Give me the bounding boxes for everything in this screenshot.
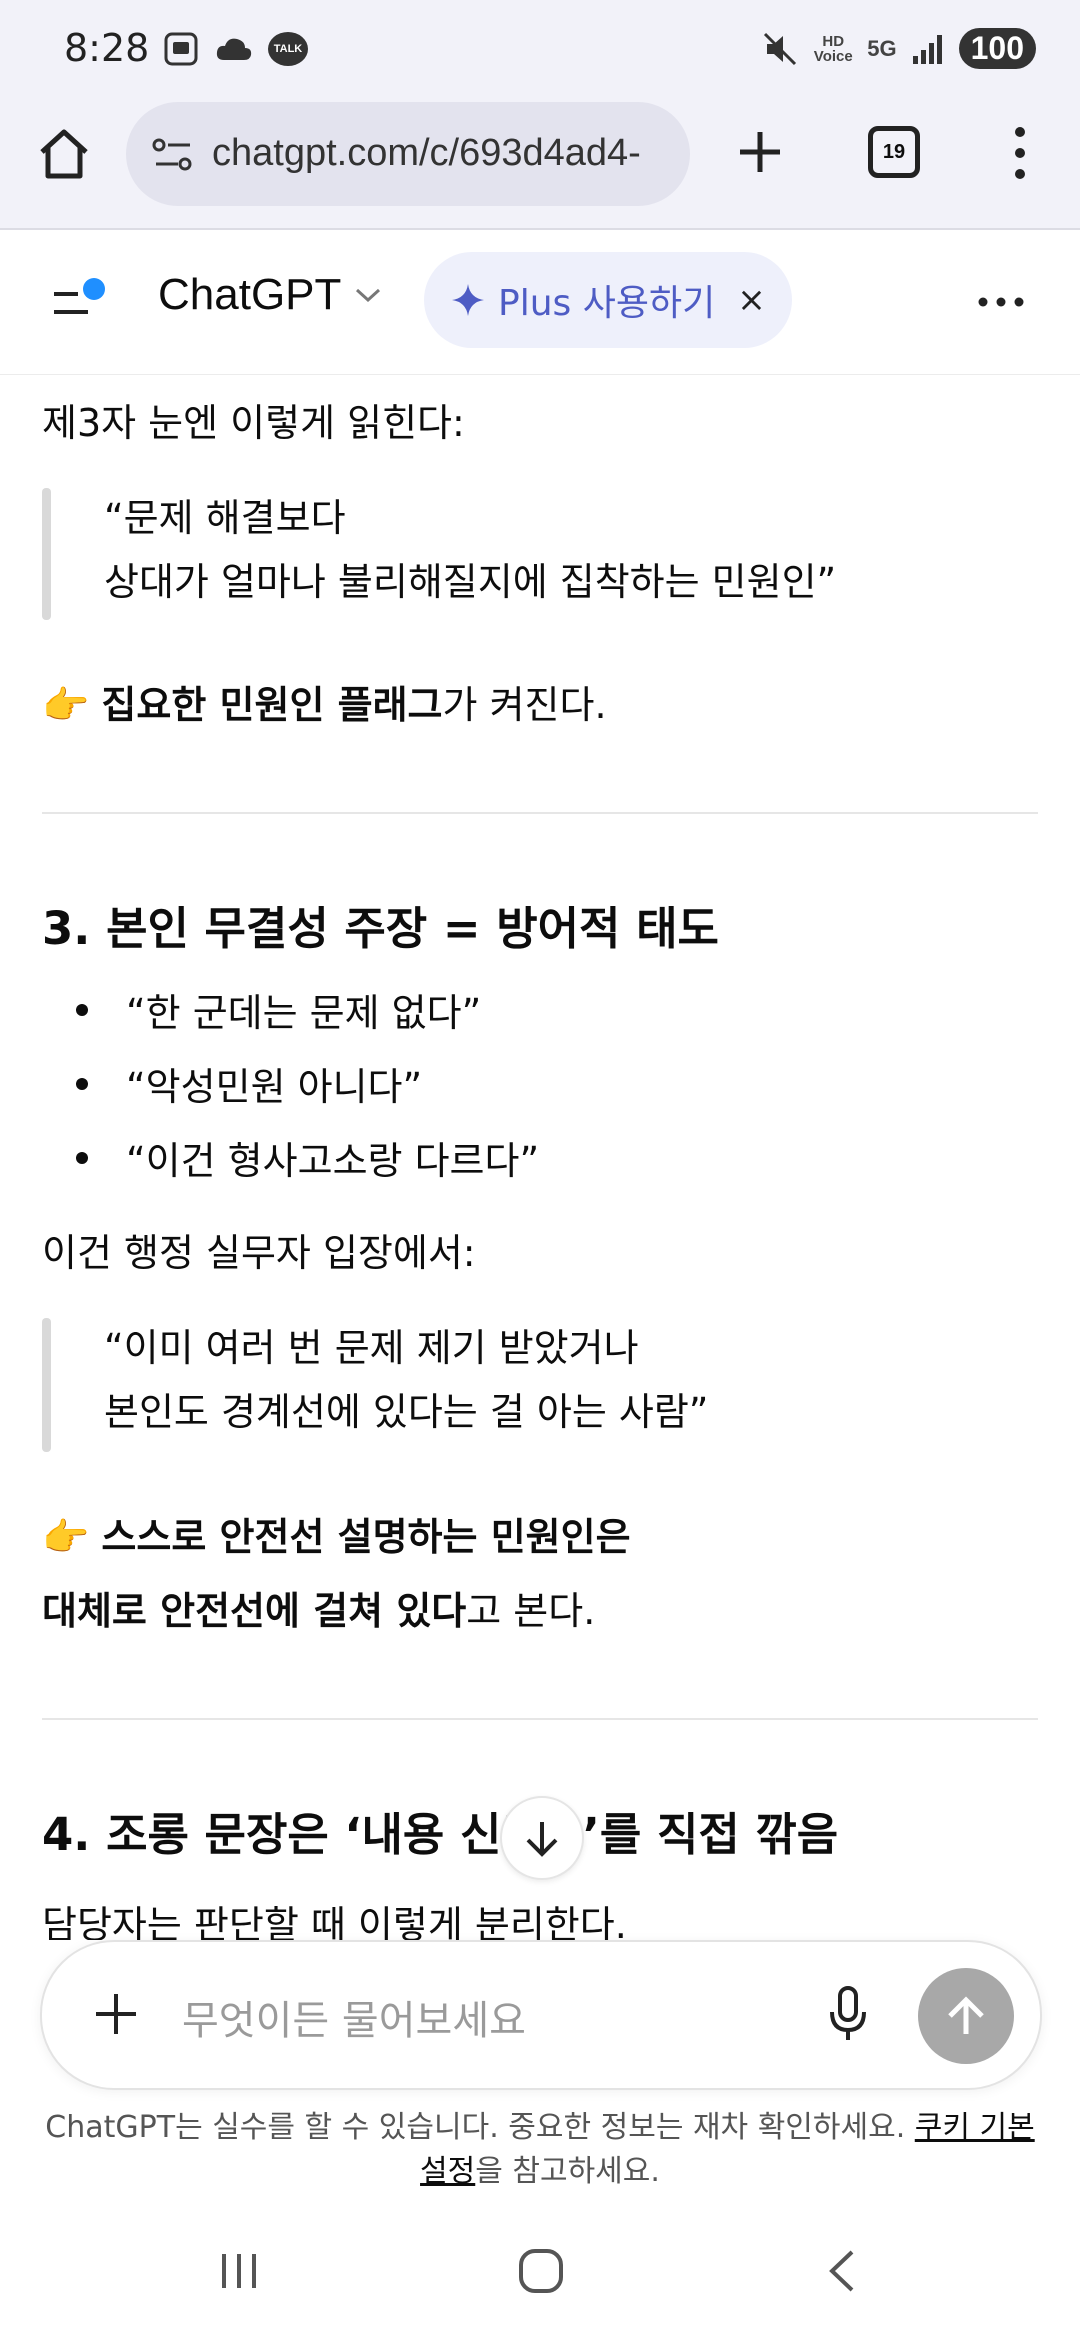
recent-apps-icon[interactable]: [214, 2246, 264, 2296]
pointing-hand-emoji: 👉: [42, 683, 90, 727]
text: 고 본다.: [466, 1589, 596, 1633]
quote-line: 본인도 경계선에 있다는 걸 아는 사람”: [104, 1390, 709, 1434]
heading-part: 4. 조롱 문장은 ‘내용 신뢰: [42, 1808, 543, 1861]
flag-line: 👉 집요한 민원인 플래그가 켜진다.: [42, 674, 607, 729]
message-composer[interactable]: 무엇이든 물어보세요: [40, 1940, 1042, 2090]
chat-options-icon[interactable]: [976, 292, 1026, 312]
system-icons: HD Voice 5G 100: [761, 28, 1036, 69]
talk-badge: TALK: [268, 32, 308, 66]
network-type-badge: 5G: [867, 36, 897, 61]
sidebar-menu-icon[interactable]: [48, 276, 112, 326]
text: 가 켜진다.: [442, 683, 607, 727]
disclaimer-suffix: 을 참고하세요.: [475, 2154, 660, 2189]
site-settings-icon[interactable]: [150, 132, 196, 178]
send-button[interactable]: [918, 1968, 1014, 2064]
brand-title: ChatGPT: [158, 270, 342, 319]
quote-line: “이미 여러 번 문제 제기 받았거나: [104, 1326, 639, 1370]
list-item: “이건 형사고소랑 다르다”: [126, 1139, 540, 1183]
blockquote: “이미 여러 번 문제 제기 받았거나 본인도 경계선에 있다는 걸 아는 사람…: [104, 1316, 708, 1444]
disclaimer: ChatGPT는 실수를 할 수 있습니다. 중요한 정보는 재차 확인하세요.…: [30, 2106, 1050, 2194]
address-bar[interactable]: chatgpt.com/c/693d4ad4-: [126, 102, 690, 206]
microphone-icon[interactable]: [828, 1984, 868, 2044]
cloud-icon: [216, 38, 252, 60]
browser-toolbar: chatgpt.com/c/693d4ad4- 19: [0, 100, 1080, 230]
hd-voice-badge: HD Voice: [813, 32, 853, 65]
add-attachment-icon[interactable]: [90, 1988, 142, 2040]
dismiss-plus-icon[interactable]: ×: [737, 280, 766, 320]
arrow-up-icon: [948, 1996, 984, 2034]
chevron-down-icon: [356, 288, 381, 303]
list-item: “한 군데는 문제 없다”: [126, 991, 482, 1035]
scroll-to-bottom-button[interactable]: [500, 1796, 584, 1880]
disclaimer-text: ChatGPT는 실수를 할 수 있습니다. 중요한 정보는 재차 확인하세요.: [45, 2110, 915, 2145]
intro-line: 제3자 눈엔 이렇게 읽힌다:: [42, 401, 465, 445]
url-text: chatgpt.com/c/693d4ad4-: [212, 132, 641, 174]
more-options-icon[interactable]: [1000, 120, 1040, 186]
home-nav-icon[interactable]: [516, 2246, 566, 2296]
divider: [42, 1718, 1038, 1720]
chat-header: ChatGPT Plus 사용하기 ×: [0, 230, 1080, 375]
model-selector[interactable]: ChatGPT: [158, 270, 383, 320]
quote-line: “문제 해결보다: [104, 496, 346, 540]
pointing-hand-emoji: 👉: [42, 1515, 90, 1559]
quote-bar: [42, 1318, 51, 1452]
new-tab-icon[interactable]: [730, 122, 790, 182]
battery-indicator: 100: [958, 28, 1036, 69]
paragraph: 담당자는 판단할 때 이렇게 분리한다.: [42, 1903, 627, 1940]
message-input[interactable]: 무엇이든 물어보세요: [182, 1988, 526, 2046]
signal-icon: [912, 34, 942, 64]
sparkle-icon: [452, 284, 484, 316]
bullet-dot: [76, 1078, 88, 1090]
bullet-dot: [76, 1004, 88, 1016]
bold-text: 집요한 민원인 플래그: [101, 683, 443, 727]
assistant-message: 제3자 눈엔 이렇게 읽힌다: “문제 해결보다 상대가 얼마나 불리해질지에 …: [0, 374, 1080, 1940]
quote-line: 상대가 얼마나 불리해질지에 집착하는 민원인”: [104, 560, 837, 604]
status-bar: 8:28 TALK HD Voice 5G 100: [0, 0, 1080, 100]
bold-text: 스스로 안전선 설명하는 민원인은: [101, 1515, 631, 1559]
home-icon[interactable]: [34, 124, 94, 184]
conclusion-line: 👉 스스로 안전선 설명하는 민원인은: [42, 1506, 631, 1561]
plus-label: Plus 사용하기: [498, 283, 716, 324]
status-time: 8:28: [64, 26, 150, 70]
blockquote: “문제 해결보다 상대가 얼마나 불리해질지에 집착하는 민원인”: [104, 486, 836, 614]
paragraph: 이건 행정 실무자 입장에서:: [42, 1231, 476, 1275]
quote-bar: [42, 488, 51, 620]
list-item: “악성민원 아니다”: [126, 1065, 423, 1109]
bullet-dot: [76, 1152, 88, 1164]
back-icon[interactable]: [818, 2246, 868, 2296]
arrow-down-icon: [526, 1822, 558, 1857]
heading-part: ’를 직접 깎음: [582, 1808, 839, 1861]
screenshot-icon: [164, 32, 198, 66]
notification-icons: TALK: [162, 30, 308, 68]
upgrade-plus-button[interactable]: Plus 사용하기 ×: [424, 252, 792, 348]
mute-icon: [764, 32, 797, 65]
section-heading: 4. 조롱 문장은 ‘내용 신뢰 ’를 직접 깎음: [42, 1798, 838, 1863]
bold-text: 대체로 안전선에 걸쳐 있다: [42, 1589, 467, 1633]
tab-switcher-button[interactable]: 19: [868, 126, 920, 178]
system-nav-bar: [0, 2212, 1080, 2340]
conclusion-line: 대체로 안전선에 걸쳐 있다고 본다.: [42, 1580, 595, 1635]
section-heading: 3. 본인 무결성 주장 = 방어적 태도: [42, 902, 719, 955]
divider: [42, 812, 1038, 814]
